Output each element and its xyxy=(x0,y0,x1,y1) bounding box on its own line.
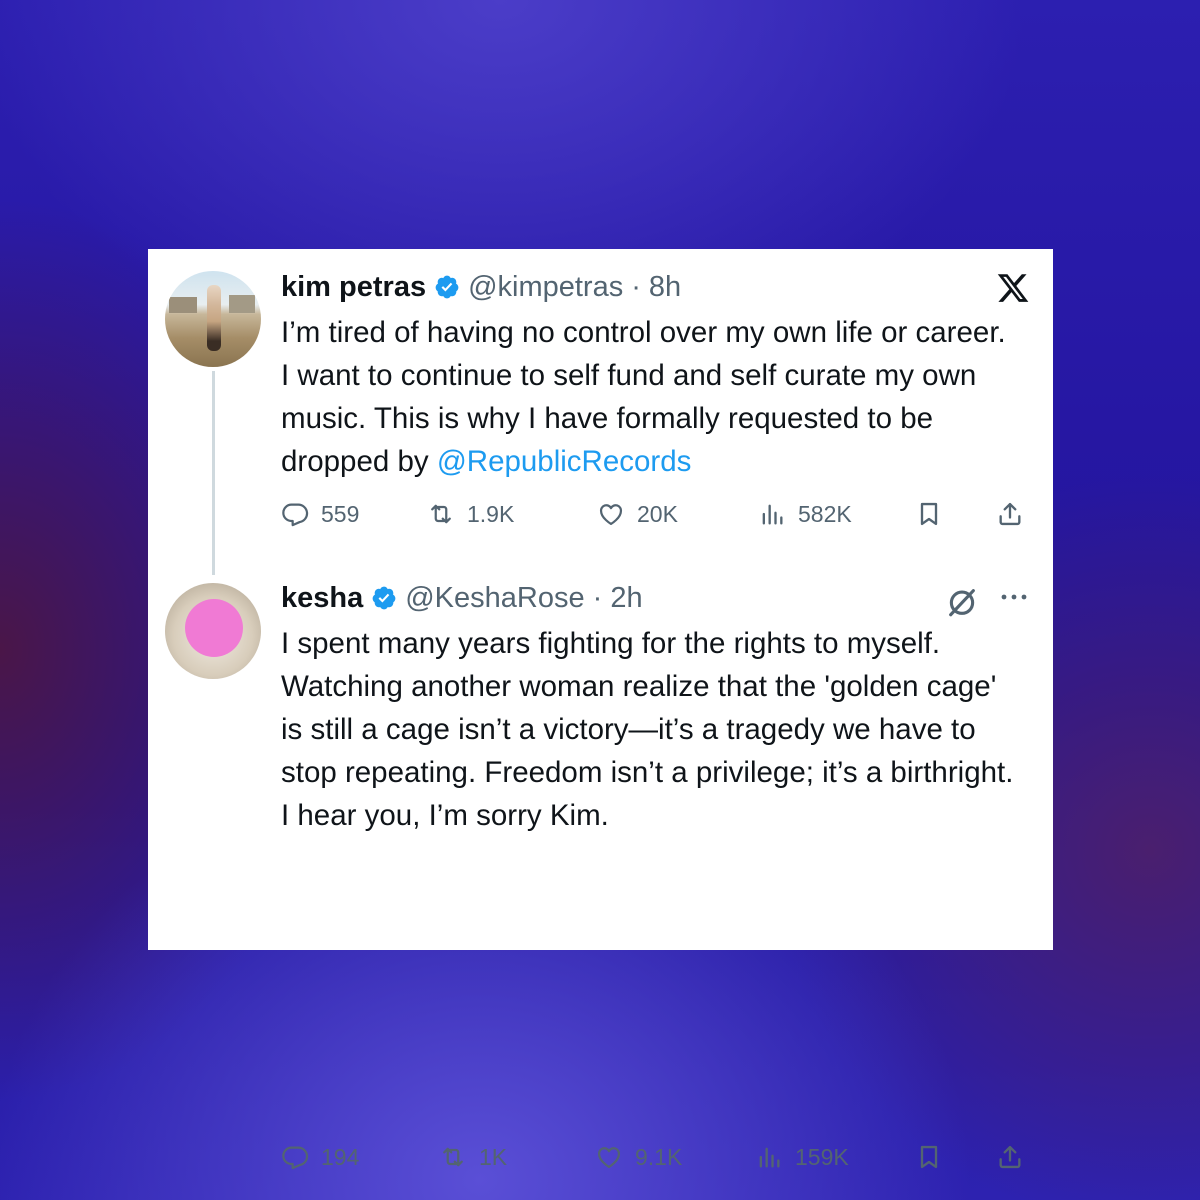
reply-button[interactable]: 559 xyxy=(281,497,359,531)
tweet-actions: 194 1K 9.1K 159K xyxy=(281,1140,1021,1174)
share-button[interactable] xyxy=(996,1140,1024,1174)
share-icon xyxy=(999,1145,1021,1169)
user-handle[interactable]: @kimpetras xyxy=(468,271,623,304)
bookmark-icon xyxy=(920,1145,938,1169)
tweet-text: I’m tired of having no control over my o… xyxy=(281,311,1021,483)
like-count: 9.1K xyxy=(635,1143,683,1170)
tweet-kim-petras[interactable]: kim petras @kimpetras · 8h I’m tired of … xyxy=(281,269,1021,527)
reply-icon xyxy=(282,503,309,527)
repost-count: 1.9K xyxy=(467,500,515,527)
tweet-header: kesha @KeshaRose · 2h xyxy=(281,580,1021,616)
tweet-time[interactable]: · 8h xyxy=(631,271,681,304)
like-button[interactable]: 9.1K xyxy=(595,1140,682,1174)
avatar-kesha[interactable] xyxy=(165,583,261,679)
views-icon xyxy=(762,504,783,525)
reply-button[interactable]: 194 xyxy=(281,1140,359,1174)
tweet-screenshot-card: kim petras @kimpetras · 8h I’m tired of … xyxy=(148,249,1053,1170)
repost-icon xyxy=(431,504,451,524)
reply-count: 559 xyxy=(321,500,360,527)
repost-button[interactable]: 1K xyxy=(439,1140,507,1174)
like-button[interactable]: 20K xyxy=(597,497,678,531)
like-icon xyxy=(599,504,623,526)
views-count: 159K xyxy=(795,1143,849,1170)
verified-badge-icon xyxy=(372,586,396,610)
tweet-actions: 559 1.9K 20K 582K xyxy=(281,497,1021,531)
bookmark-button[interactable] xyxy=(915,497,943,531)
views-icon xyxy=(759,1147,780,1168)
repost-button[interactable]: 1.9K xyxy=(427,497,514,531)
repost-count: 1K xyxy=(479,1143,508,1170)
avatar-photo-figure xyxy=(207,285,221,351)
display-name[interactable]: kim petras xyxy=(281,271,426,304)
share-button[interactable] xyxy=(996,497,1024,531)
thread-connector-line xyxy=(212,371,215,575)
bookmark-icon xyxy=(920,502,938,526)
display-name[interactable]: kesha xyxy=(281,582,363,615)
views-button[interactable]: 159K xyxy=(755,1140,849,1174)
tweet-kesha[interactable]: kesha @KeshaRose · 2h I spent many years… xyxy=(281,580,1021,1170)
tweet-time[interactable]: · 2h xyxy=(593,582,643,615)
like-icon xyxy=(597,1147,621,1169)
repost-icon xyxy=(443,1147,463,1167)
redacted-face-overlay xyxy=(185,599,243,657)
reply-count: 194 xyxy=(321,1143,360,1170)
tweet-text: I spent many years fighting for the righ… xyxy=(281,627,1014,832)
bookmark-button[interactable] xyxy=(915,1140,943,1174)
views-button[interactable]: 582K xyxy=(758,497,852,531)
verified-badge-icon xyxy=(435,275,459,299)
avatar-kim-petras[interactable] xyxy=(165,271,261,367)
user-handle[interactable]: @KeshaRose xyxy=(405,582,584,615)
share-icon xyxy=(999,502,1021,526)
tweet-header: kim petras @kimpetras · 8h xyxy=(281,269,1021,305)
mention-link[interactable]: @RepublicRecords xyxy=(437,445,692,478)
views-count: 582K xyxy=(798,500,852,527)
avatar-photo-detail xyxy=(169,297,197,313)
like-count: 20K xyxy=(637,500,678,527)
reply-icon xyxy=(282,1146,309,1170)
avatar-photo-detail xyxy=(229,295,255,313)
